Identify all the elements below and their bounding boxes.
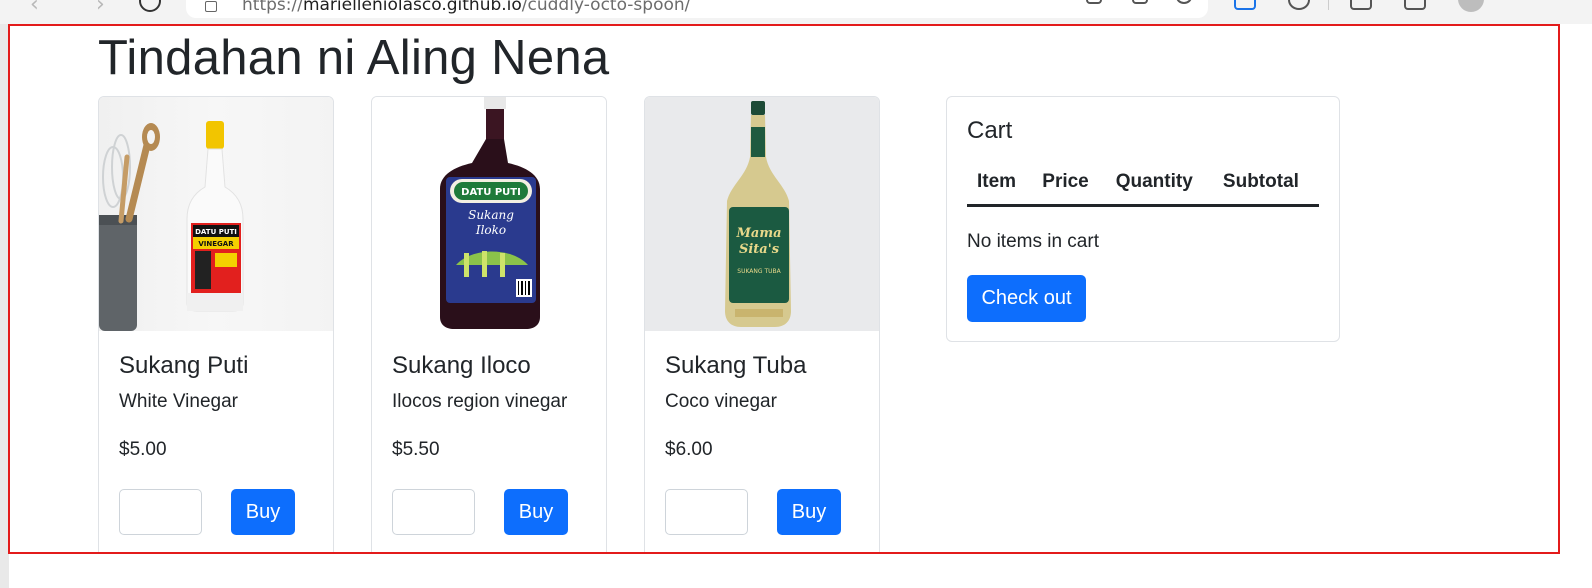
cart-table: Item Price Quantity Subtotal (967, 161, 1319, 207)
quantity-input[interactable] (392, 489, 475, 535)
cart-title: Cart (967, 117, 1013, 144)
svg-text:Mama: Mama (736, 226, 782, 241)
favorites-list-icon[interactable] (1350, 0, 1372, 10)
vinegar-bottle-icon: DATU PUTI VINEGAR (99, 121, 244, 331)
buy-button[interactable]: Buy (504, 489, 568, 535)
buy-button[interactable]: Buy (777, 489, 841, 535)
product-description: Ilocos region vinegar (392, 391, 568, 412)
quantity-input[interactable] (119, 489, 202, 535)
svg-text:Iloko: Iloko (475, 223, 506, 237)
product-name: Sukang Puti (119, 352, 249, 379)
product-description: Coco vinegar (665, 391, 777, 412)
vinegar-bottle-icon: Mama Sita's SUKANG TUBA (725, 101, 791, 327)
svg-text:SUKANG TUBA: SUKANG TUBA (737, 268, 781, 275)
product-price: $5.50 (392, 439, 440, 460)
apps-icon[interactable] (1132, 0, 1148, 4)
svg-text:DATU PUTI: DATU PUTI (195, 228, 237, 236)
puzzle-icon[interactable] (1288, 0, 1310, 10)
more-menu-icon[interactable]: ··· (1516, 0, 1536, 9)
svg-text:DATU PUTI: DATU PUTI (461, 187, 521, 198)
checkout-button[interactable]: Check out (967, 275, 1086, 322)
quantity-input[interactable] (665, 489, 748, 535)
product-image: DATU PUTI VINEGAR (99, 97, 333, 331)
url-text: https://marielleniolasco.github.io/cuddl… (242, 0, 691, 15)
column-header-price: Price (1032, 161, 1106, 207)
favorite-icon[interactable] (1176, 0, 1192, 4)
buy-button[interactable]: Buy (231, 489, 295, 535)
reload-icon[interactable] (139, 0, 161, 12)
profile-avatar[interactable] (1458, 0, 1484, 12)
vinegar-bottle-icon: DATU PUTI Sukang Iloko (440, 97, 540, 329)
cart-table-header: Item Price Quantity Subtotal (967, 161, 1319, 207)
product-card-sukang-iloco: DATU PUTI Sukang Iloko Sukang Iloco Iloc… (371, 96, 607, 552)
toolbar-separator (1328, 0, 1329, 10)
column-header-quantity: Quantity (1105, 161, 1213, 207)
column-header-item: Item (967, 161, 1033, 207)
lock-icon (205, 1, 217, 12)
page-viewport: Tindahan ni Aling Nena DATU PUTI VINEGAR… (8, 24, 1560, 554)
product-description: White Vinegar (119, 391, 238, 412)
svg-text:VINEGAR: VINEGAR (198, 240, 234, 248)
product-price: $6.00 (665, 439, 713, 460)
column-header-subtotal: Subtotal (1212, 161, 1319, 207)
product-name: Sukang Tuba (665, 352, 807, 379)
page-title: Tindahan ni Aling Nena (98, 31, 610, 85)
product-card-sukang-puti: DATU PUTI VINEGAR Sukang Puti White Vine… (98, 96, 334, 552)
svg-text:Sukang: Sukang (468, 208, 514, 222)
cart-empty-message: No items in cart (967, 231, 1099, 252)
product-name: Sukang Iloco (392, 352, 531, 379)
collections-icon[interactable] (1404, 0, 1426, 10)
product-image: DATU PUTI Sukang Iloko (372, 97, 606, 331)
back-icon[interactable]: ‹ (30, 0, 39, 17)
forward-icon[interactable]: › (96, 0, 105, 17)
extension-icon[interactable] (1234, 0, 1256, 10)
browser-toolbar: ‹ › https://marielleniolasco.github.io/c… (0, 0, 1592, 24)
product-card-sukang-tuba: Mama Sita's SUKANG TUBA Sukang Tuba Coco… (644, 96, 880, 552)
product-image: Mama Sita's SUKANG TUBA (645, 97, 879, 331)
product-price: $5.00 (119, 439, 167, 460)
read-aloud-icon[interactable] (1086, 0, 1102, 4)
address-bar[interactable]: https://marielleniolasco.github.io/cuddl… (186, 0, 1208, 18)
svg-text:Sita's: Sita's (739, 242, 780, 257)
cart-panel: Cart Item Price Quantity Subtotal No ite… (946, 96, 1340, 342)
